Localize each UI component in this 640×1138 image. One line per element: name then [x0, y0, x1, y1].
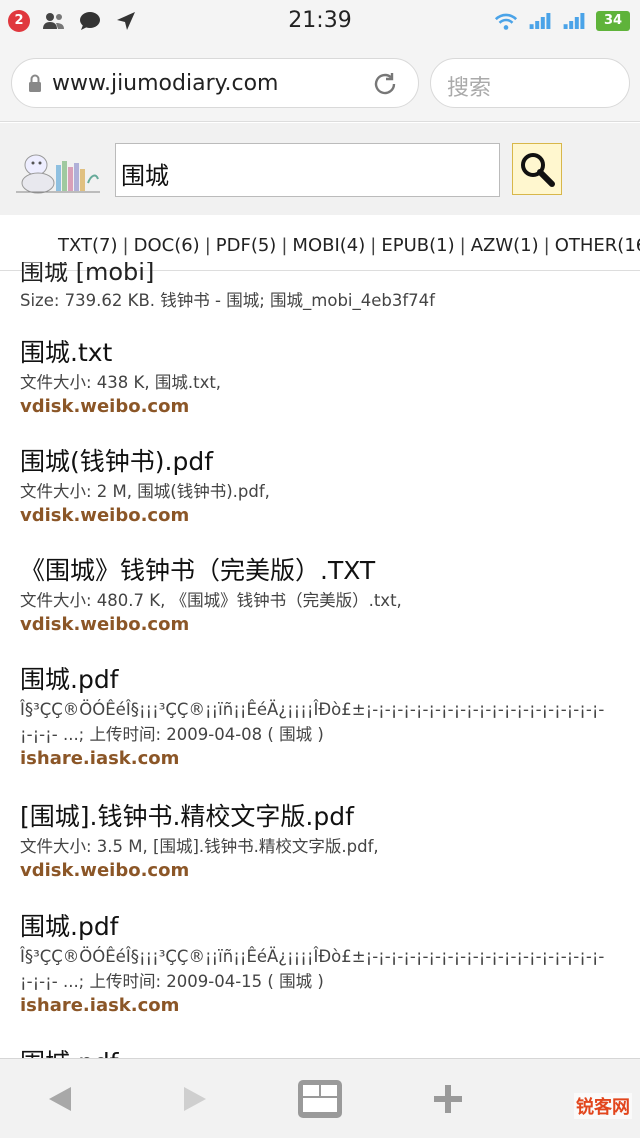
tabs-icon	[298, 1080, 342, 1118]
forward-arrow-icon	[184, 1087, 206, 1111]
site-logo[interactable]	[14, 143, 102, 199]
filter-separator: |	[370, 235, 377, 256]
filter-separator: |	[459, 235, 466, 256]
address-bar[interactable]: www.jiumodiary.com	[11, 58, 419, 108]
back-arrow-icon	[49, 1087, 71, 1111]
site-header: 围城	[0, 123, 640, 215]
plus-icon	[434, 1085, 462, 1113]
search-placeholder: 搜索	[447, 76, 492, 101]
status-bar: 2 21:39 34	[0, 0, 640, 42]
result-title[interactable]: 围城(钱钟书).pdf	[20, 445, 630, 479]
result-title[interactable]: 围城.pdf	[20, 663, 630, 697]
search-icon	[521, 153, 555, 187]
result-title[interactable]: 围城.pdf	[20, 910, 630, 944]
result-desc: 文件大小: 438 K, 围城.txt,	[20, 373, 222, 392]
result-item: 围城.txt 文件大小: 438 K, 围城.txt, vdisk.weibo.…	[20, 336, 630, 419]
result-source-link[interactable]: vdisk.weibo.com	[20, 395, 630, 419]
filter-tab[interactable]: EPUB(1)	[381, 235, 454, 256]
url-text: www.jiumodiary.com	[52, 71, 279, 96]
result-item: 《围城》钱钟书（完美版）.TXT 文件大小: 480.7 K, 《围城》钱钟书（…	[20, 554, 630, 637]
filter-separator: |	[281, 235, 288, 256]
result-item-cutoff: 围城.pdf	[20, 1046, 630, 1058]
site-search-input[interactable]: 围城	[115, 143, 500, 197]
result-source-link[interactable]: ishare.iask.com	[20, 747, 630, 771]
result-item: 围城(钱钟书).pdf 文件大小: 2 M, 围城(钱钟书).pdf, vdis…	[20, 445, 630, 528]
result-desc: 文件大小: 3.5 M, [围城].钱钟书.精校文字版.pdf,	[20, 837, 379, 856]
battery-indicator: 34	[596, 11, 630, 31]
forward-button[interactable]	[175, 1079, 215, 1119]
browser-bottom-bar: 锐客网	[0, 1058, 640, 1138]
result-source-link[interactable]: vdisk.weibo.com	[20, 613, 630, 637]
browser-toolbar: www.jiumodiary.com 搜索	[0, 42, 640, 122]
browser-search-input[interactable]: 搜索	[430, 58, 630, 108]
result-item: 围城.pdf Î§³ÇÇ®ÖÓÊéÎ§¡¡¡³ÇÇ®¡¡ïñ¡¡ÊéÄ¿¡¡¡¡…	[20, 910, 630, 1018]
result-desc: Size: 739.62 KB. 钱钟书 - 围城; 围城_mobi_4eb3f…	[20, 291, 435, 310]
result-title[interactable]: 围城.pdf	[20, 1046, 630, 1058]
result-source-link[interactable]: ishare.iask.com	[20, 994, 630, 1018]
tabs-button[interactable]	[298, 1079, 342, 1119]
result-desc: Î§³ÇÇ®ÖÓÊéÎ§¡¡¡³ÇÇ®¡¡ïñ¡¡ÊéÄ¿¡¡¡¡ÎÐò£±¡-…	[20, 700, 605, 719]
filter-tab[interactable]: OTHER(16)	[555, 235, 640, 256]
site-search-value: 围城	[121, 162, 169, 190]
signal-icon-2	[562, 9, 586, 33]
lock-icon	[29, 74, 41, 92]
filter-separator: |	[543, 235, 550, 256]
signal-icon	[528, 9, 552, 33]
result-title-partial[interactable]: 围城 [mobi]	[20, 262, 154, 287]
back-button[interactable]	[40, 1079, 80, 1119]
result-desc-line2: ¡-¡-¡- ...; 上传时间: 2009-04-15 ( 围城 )	[20, 972, 324, 991]
filter-tab[interactable]: DOC(6)	[134, 235, 200, 256]
result-desc-line2: ¡-¡-¡- ...; 上传时间: 2009-04-08 ( 围城 )	[20, 725, 324, 744]
watermark: 锐客网	[574, 1093, 632, 1119]
result-title[interactable]: [围城].钱钟书.精校文字版.pdf	[20, 800, 630, 834]
result-source-link[interactable]: vdisk.weibo.com	[20, 504, 630, 528]
filter-separator: |	[122, 235, 129, 256]
result-partial-meta: Size: 739.62 KB. 钱钟书 - 围城; 围城_mobi_4eb3f…	[20, 288, 630, 313]
result-source-link[interactable]: vdisk.weibo.com	[20, 859, 630, 883]
result-item: 围城.pdf Î§³ÇÇ®ÖÓÊéÎ§¡¡¡³ÇÇ®¡¡ïñ¡¡ÊéÄ¿¡¡¡¡…	[20, 663, 630, 771]
filter-tab[interactable]: PDF(5)	[216, 235, 277, 256]
result-desc: 文件大小: 480.7 K, 《围城》钱钟书（完美版）.txt,	[20, 591, 402, 610]
watermark-text: 锐客网	[576, 1097, 630, 1118]
result-title[interactable]: 《围城》钱钟书（完美版）.TXT	[20, 554, 630, 588]
reload-icon[interactable]	[372, 71, 398, 97]
result-desc: 文件大小: 2 M, 围城(钱钟书).pdf,	[20, 482, 270, 501]
filter-separator: |	[204, 235, 211, 256]
result-desc: Î§³ÇÇ®ÖÓÊéÎ§¡¡¡³ÇÇ®¡¡ïñ¡¡ÊéÄ¿¡¡¡¡ÎÐò£±¡-…	[20, 947, 605, 966]
result-item: [围城].钱钟书.精校文字版.pdf 文件大小: 3.5 M, [围城].钱钟书…	[20, 800, 630, 883]
filter-tab[interactable]: TXT(7)	[58, 235, 118, 256]
filter-tab[interactable]: MOBI(4)	[292, 235, 365, 256]
result-title[interactable]: 围城.txt	[20, 336, 630, 370]
site-search-button[interactable]	[512, 143, 562, 195]
wifi-icon	[494, 9, 518, 33]
results-list: 围城 [mobi] Size: 739.62 KB. 钱钟书 - 围城; 围城_…	[0, 262, 640, 1058]
new-tab-button[interactable]	[428, 1079, 468, 1119]
filter-tab[interactable]: AZW(1)	[471, 235, 539, 256]
